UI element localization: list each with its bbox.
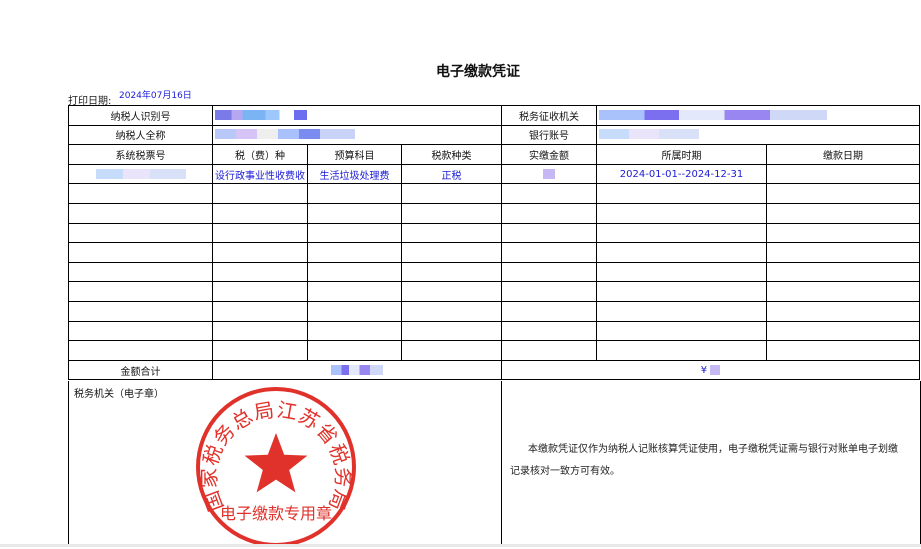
total-amount-in-words (212, 359, 502, 381)
table-row (68, 320, 920, 342)
table-row (68, 281, 920, 302)
total-row: 金额合计 ¥ (68, 359, 920, 381)
table-row (68, 300, 920, 322)
official-seal-icon: 国家税务总局江苏省税务局 电子缴款专用章 (196, 387, 356, 547)
voucher-notice-text: 本缴款凭证仅作为纳税人记账核算凭证使用，电子缴税凭证需与银行对账单电子划缴记录核… (510, 444, 898, 477)
taxpayer-name-value (212, 124, 502, 146)
redacted-block (215, 109, 307, 120)
table-header-row: 系统税票号 税（费）种 预算科目 税款种类 实缴金额 所属时期 缴款日期 (68, 144, 920, 165)
payment-date-cell (766, 163, 920, 185)
header-amount-paid: 实缴金额 (501, 144, 597, 165)
header-tax-type: 税（费）种 (212, 144, 308, 165)
redacted-block (331, 364, 383, 375)
header-budget-subject: 预算科目 (307, 144, 402, 165)
table-row (68, 202, 920, 224)
table-row (68, 261, 920, 283)
header-period: 所属时期 (596, 144, 767, 165)
redacted-block (710, 364, 721, 375)
taxpayer-id-label: 纳税人识别号 (68, 105, 213, 126)
notice-area: 本缴款凭证仅作为纳税人记账核算凭证使用，电子缴税凭证需与银行对账单电子划缴记录核… (500, 381, 921, 547)
amount-paid-cell (501, 163, 597, 185)
currency-symbol: ¥ (700, 364, 708, 376)
tax-office-seal-label: 税务机关（电子章） (74, 389, 164, 400)
tax-authority-value (596, 105, 920, 126)
total-label: 金额合计 (68, 359, 213, 381)
bank-account-value (596, 124, 920, 146)
redacted-block (599, 109, 827, 120)
header-system-ticket-no: 系统税票号 (68, 144, 213, 165)
tax-type-cell: 设行政事业性收费收 (212, 163, 308, 185)
redacted-block (599, 129, 699, 140)
tax-authority-label: 税务征收机关 (501, 105, 597, 126)
taxpayer-id-value (212, 105, 502, 126)
table-row (68, 242, 920, 263)
redacted-block (95, 168, 186, 179)
payment-voucher-table: 纳税人识别号 税务征收机关 纳税人全称 银行账号 系统税票号 税（费）种 预算科… (68, 105, 920, 381)
redacted-block (543, 168, 555, 179)
budget-subject-cell: 生活垃圾处理费 (307, 163, 402, 185)
redacted-block (215, 129, 355, 140)
table-row (68, 222, 920, 244)
document-title: 电子缴款凭证 (436, 64, 520, 80)
table-row (68, 340, 920, 361)
bank-account-label: 银行账号 (501, 124, 597, 146)
print-date-value: 2024年07月16日 (119, 91, 192, 101)
taxpayer-id-row: 纳税人识别号 税务征收机关 (68, 105, 920, 126)
seal-star-icon (244, 433, 308, 493)
tax-office-seal-area: 税务机关（电子章） 国家税务总局江苏省税务局 电子缴款专用章 (68, 381, 502, 547)
period-cell: 2024-01-01--2024-12-31 (596, 163, 767, 185)
taxpayer-name-row: 纳税人全称 银行账号 (68, 124, 920, 146)
header-tax-kind: 税款种类 (401, 144, 502, 165)
tax-kind-cell: 正税 (401, 163, 502, 185)
header-payment-date: 缴款日期 (766, 144, 920, 165)
table-row (68, 183, 920, 204)
taxpayer-name-label: 纳税人全称 (68, 124, 213, 146)
svg-text:电子缴款专用章: 电子缴款专用章 (220, 504, 332, 523)
system-ticket-no-cell (68, 163, 213, 185)
table-row: 设行政事业性收费收 生活垃圾处理费 正税 2024-01-01--2024-12… (68, 163, 920, 185)
total-amount-figures: ¥ (501, 359, 920, 381)
